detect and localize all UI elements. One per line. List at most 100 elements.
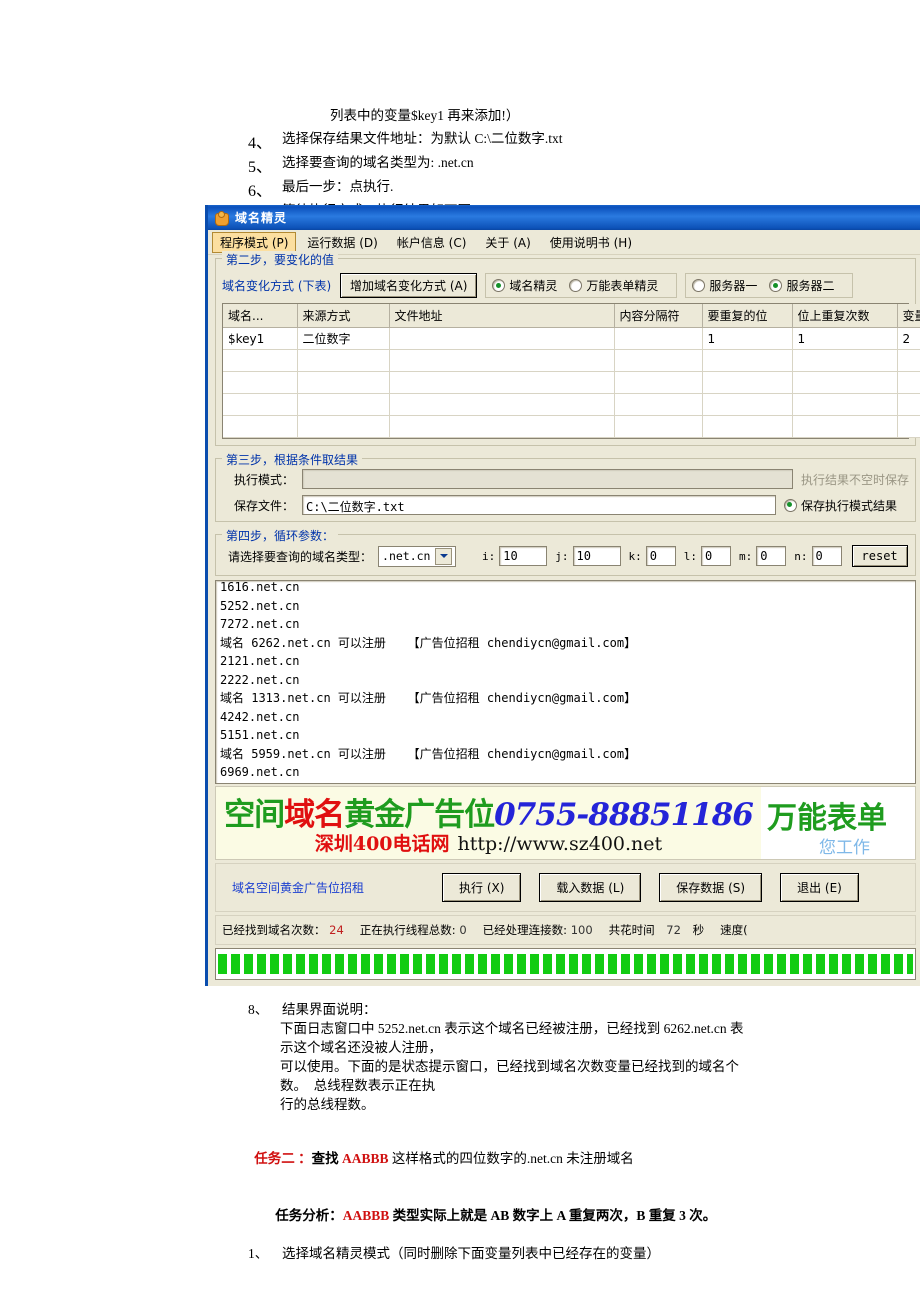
radio-server-one-label: 服务器一 [709,279,758,293]
exit-button[interactable]: 退出 (E) [780,873,859,902]
step2-legend: 第二步，要变化的值 [222,251,339,268]
counter-n-input[interactable]: 0 [811,546,842,566]
menu-item-account-info[interactable]: 帐户信息 (C) [389,232,475,253]
reset-button[interactable]: reset [851,545,908,567]
banner-text-yuming: 域名 [284,797,345,833]
counter-j-input[interactable]: 10 [572,546,621,566]
log-output[interactable]: 1616.net.cn 5252.net.cn 7272.net.cn 域名 6… [215,580,916,784]
banner-left-line1: 空间域名黄金广告位0755-88851186 [216,789,761,834]
save-file-label: 保存文件： [233,498,294,513]
save-file-row: 保存文件： C:\二位数字.txt 保存执行模式结果 [222,495,909,515]
execute-button[interactable]: 执行 (X) [442,873,522,902]
counter-m-input[interactable]: 0 [756,546,787,566]
status-time-value: 72 [666,923,681,937]
banner-left: 空间域名黄金广告位0755-88851186 深圳400电话网 http://ww… [216,787,761,859]
table-row[interactable] [223,349,920,372]
load-data-button[interactable]: 载入数据 (L) [539,873,642,902]
menu-item-about[interactable]: 关于 (A) [477,232,538,253]
table-row[interactable] [223,415,920,438]
radio-server-one[interactable]: 服务器一 [692,277,757,294]
log-line: 域名 6262.net.cn 可以注册 【广告位招租 chendiycn@gma… [220,635,637,650]
log-line: 4242.net.cn [220,709,300,724]
col-header-filepath: 文件地址 [389,304,615,328]
col-header-var-repeat: 变量重复 [897,304,920,328]
step3-group: 第三步，根据条件取结果 执行模式： 执行结果不空时保存 保存文件： C:\二位数… [215,451,916,522]
variables-table-wrapper[interactable]: 域名... 来源方式 文件地址 内容分隔符 要重复的位 位上重复次数 变量重复 … [222,303,920,439]
step2-group: 第二步，要变化的值 域名变化方式 (下表) 增加域名变化方式 (A) 域名精灵 … [215,251,920,446]
ad-rent-text[interactable]: 域名空间黄金广告位招租 [222,879,442,896]
status-threads-value: 0 [459,923,467,937]
status-found-label: 已经找到域名次数： [222,923,326,937]
counter-k-input[interactable]: 0 [645,546,676,566]
exec-mode-row: 执行模式： 执行结果不空时保存 [222,469,909,489]
table-row[interactable] [223,371,920,394]
analysis-label: 任务分析： [275,1208,343,1223]
doc-numbered-item: 5、 选择要查询的域名类型为: .net.cn [248,153,563,177]
radio-save-exec-result-label: 保存执行模式结果 [800,498,897,513]
step4-group: 第四步，循环参数： 请选择要查询的域名类型： .net.cn i: 10 j: … [215,527,916,576]
exec-mode-input[interactable] [302,469,793,489]
log-line: 5151.net.cn [220,728,300,742]
radio-server-two[interactable]: 服务器二 [769,277,834,294]
col-header-domain: 域名... [223,304,298,328]
counter-i-input[interactable]: 10 [499,546,548,566]
advertisement-banner[interactable]: 空间域名黄金广告位0755-88851186 深圳400电话网 http://ww… [215,786,916,860]
banner-left-line2: 深圳400电话网 http://www.sz400.net [216,829,761,856]
doc-numbered-item: 4、 选择保存结果文件地址：为默认 C:\二位数字.txt [248,129,563,153]
doc-section8-line: 下面日志窗口中 5252.net.cn 表示这个域名已经被注册，已经找到 626… [280,1021,744,1036]
counter-k-label: k: [628,549,642,563]
cell-domain: $key1 [223,327,298,350]
log-line: 域名 5959.net.cn 可以注册 【广告位招租 chendiycn@gma… [220,746,637,761]
doc-item-text: 最后一步：点执行. [282,179,394,194]
domain-type-label: 请选择要查询的域名类型： [228,549,373,564]
status-conns-value: 100 [570,923,593,937]
radio-form-wizard[interactable]: 万能表单精灵 [569,277,658,294]
doc-item-text: 选择要查询的域名类型为: .net.cn [282,155,474,170]
window-title: 域名精灵 [235,211,288,225]
task2-suffix: 这样格式的四位数字的.net.cn 未注册域名 [388,1151,634,1166]
doc-item-number: 5、 [248,159,273,176]
counter-m-label: m: [739,549,753,563]
radio-dot-icon [569,279,583,292]
task2-prefix: 查找 [311,1151,342,1166]
radio-server-two-label: 服务器二 [786,279,835,293]
progress-bar-fill [218,954,913,974]
document-bottom-text: 8、 结果界面说明： 下面日志窗口中 5252.net.cn 表示这个域名已经被… [0,1000,920,1263]
status-speed-label: 速度( [720,923,748,937]
radio-dot-icon [783,498,797,512]
save-file-input[interactable]: C:\二位数字.txt [302,495,776,515]
col-header-repeat-count: 位上重复次数 [792,304,898,328]
analysis-text: 类型实际上就是 AB 数字上 A 重复两次，B 重复 3 次。 [389,1208,717,1223]
banner-phone: 0755-88851186 [494,797,754,833]
menu-item-manual[interactable]: 使用说明书 (H) [542,232,640,253]
log-line: 1616.net.cn [220,580,300,594]
table-row[interactable]: $key1 二位数字 1 1 2 [223,327,920,350]
doc-section8-line: 行的总线程数。 [280,1097,375,1112]
status-bar: 已经找到域名次数： 24 正在执行线程总数: 0 已经处理连接数: 100 共花… [215,915,916,945]
radio-domain-wizard[interactable]: 域名精灵 [492,277,557,294]
radio-dot-icon [692,279,706,292]
radio-save-exec-result[interactable]: 保存执行模式结果 [783,497,897,514]
status-threads: 正在执行线程总数: 0 [360,922,467,938]
save-data-button[interactable]: 保存数据 (S) [659,873,763,902]
step2-controls-row: 域名变化方式 (下表) 增加域名变化方式 (A) 域名精灵 万能表单精灵 服务器… [222,273,909,298]
task2-step1-number: 1、 [248,1246,269,1261]
counter-i-label: i: [482,549,496,563]
status-threads-label: 正在执行线程总数: [359,923,456,937]
banner-text-huangjin: 黄金广告位 [344,797,495,833]
status-connections: 已经处理连接数: 100 [483,922,593,938]
exec-mode-hint: 执行结果不空时保存 [800,472,909,487]
log-line: 7272.net.cn [220,617,300,631]
counter-n-label: n: [794,549,808,563]
exec-mode-label: 执行模式： [233,472,294,487]
table-row[interactable] [223,393,920,416]
menu-item-run-data[interactable]: 运行数据 (D) [299,232,385,253]
cell-separator [614,327,703,350]
add-domain-change-mode-button[interactable]: 增加域名变化方式 (A) [340,273,478,298]
server-radio-group: 服务器一 服务器二 [685,273,854,298]
counter-l-input[interactable]: 0 [701,546,732,566]
domain-type-select[interactable]: .net.cn [378,545,457,567]
menu-item-program-mode[interactable]: 程序模式 (P) [212,231,297,253]
doc-section8-line: 可以使用。下面的是状态提示窗口，已经找到域名次数变量已经找到的域名个 [280,1059,739,1074]
domain-change-mode-label: 域名变化方式 (下表) [222,279,332,293]
